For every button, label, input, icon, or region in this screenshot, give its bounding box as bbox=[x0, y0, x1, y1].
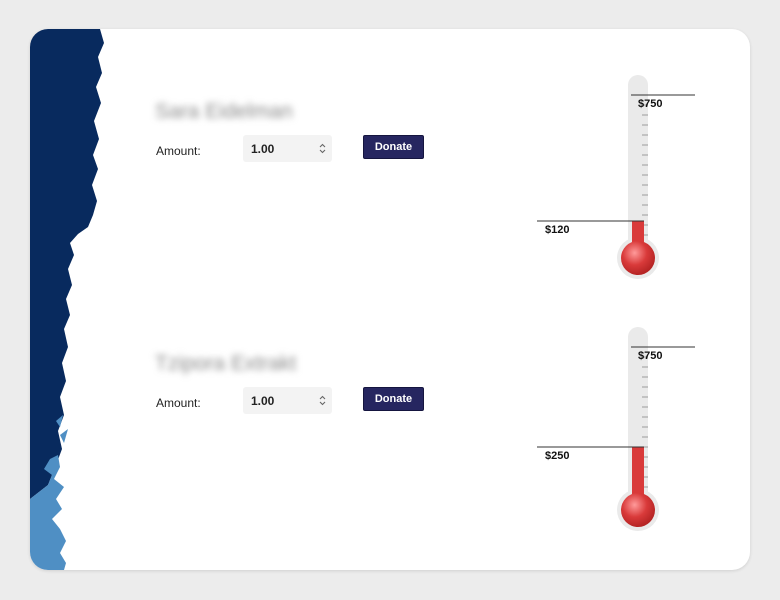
campaign-2: Tzipora Extrakt Amount: 1.00 Donate $750… bbox=[30, 281, 750, 531]
amount-input[interactable]: 1.00 bbox=[243, 387, 332, 414]
progress-thermometer: $750 $250 bbox=[535, 321, 695, 536]
thermometer-graphic bbox=[537, 75, 695, 279]
raised-label: $250 bbox=[545, 450, 570, 462]
spinner-arrows-icon[interactable] bbox=[319, 143, 326, 154]
fundraiser-card: Sara Eidelman Amount: 1.00 Donate $750 $… bbox=[30, 29, 750, 570]
thermometer-bulb bbox=[621, 493, 655, 527]
thermometer-graphic bbox=[537, 327, 695, 531]
donate-button[interactable]: Donate bbox=[363, 387, 424, 411]
fundraiser-name: Tzipora Extrakt bbox=[155, 352, 297, 375]
fundraiser-name: Sara Eidelman bbox=[155, 100, 293, 123]
amount-value: 1.00 bbox=[251, 142, 275, 156]
amount-value: 1.00 bbox=[251, 394, 275, 408]
goal-label: $750 bbox=[638, 350, 663, 362]
goal-label: $750 bbox=[638, 98, 663, 110]
progress-thermometer: $750 $120 bbox=[535, 69, 695, 284]
thermometer-bulb bbox=[621, 241, 655, 275]
raised-label: $120 bbox=[545, 224, 570, 236]
donate-button[interactable]: Donate bbox=[363, 135, 424, 159]
amount-label: Amount: bbox=[156, 396, 201, 410]
amount-label: Amount: bbox=[156, 144, 201, 158]
spinner-arrows-icon[interactable] bbox=[319, 395, 326, 406]
amount-input[interactable]: 1.00 bbox=[243, 135, 332, 162]
campaign-1: Sara Eidelman Amount: 1.00 Donate $750 $… bbox=[30, 29, 750, 279]
